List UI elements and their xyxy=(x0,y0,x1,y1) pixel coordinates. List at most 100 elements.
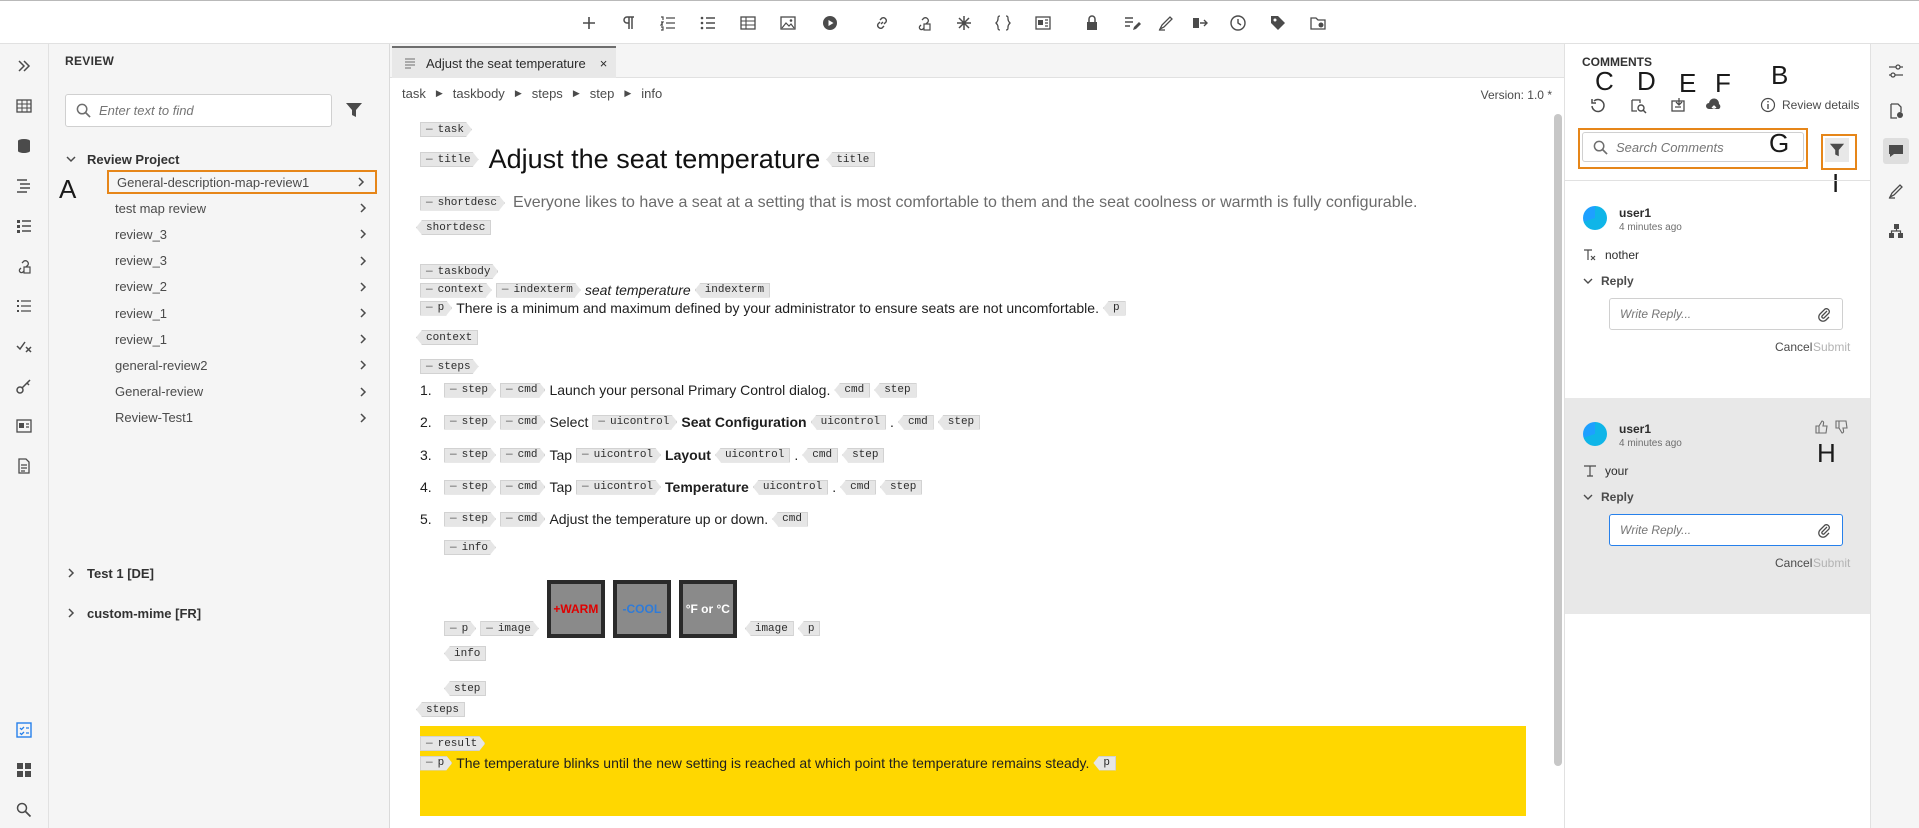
review-active-icon[interactable] xyxy=(12,718,36,742)
citation-icon[interactable] xyxy=(12,414,36,438)
review-item[interactable]: Review-Test1 xyxy=(107,406,377,430)
attachment-icon[interactable] xyxy=(1816,522,1832,538)
content-reference-icon[interactable] xyxy=(912,11,936,35)
link-icon[interactable] xyxy=(870,11,894,35)
tag-image[interactable]: — image xyxy=(480,621,539,636)
topic-title[interactable]: Adjust the seat temperature xyxy=(489,144,821,175)
close-tab-icon[interactable]: × xyxy=(600,56,608,71)
image-unit-button[interactable]: °F or °C xyxy=(678,580,737,638)
tag-result[interactable]: — result xyxy=(420,736,485,751)
attachment-icon[interactable] xyxy=(1816,306,1832,322)
expand-panel-icon[interactable] xyxy=(12,54,36,78)
tag-context[interactable]: — context xyxy=(420,283,492,298)
tag-cmd-end[interactable]: cmd xyxy=(840,479,876,495)
track-changes-icon[interactable] xyxy=(1120,11,1144,35)
chevron-right-icon[interactable] xyxy=(357,333,369,345)
thumbs-up-icon[interactable] xyxy=(1815,420,1829,434)
tag-cmd[interactable]: — cmd xyxy=(500,480,545,495)
find-comment-icon[interactable] xyxy=(1629,96,1649,116)
tag-cmd[interactable]: — cmd xyxy=(500,512,545,527)
tag-steps[interactable]: — steps xyxy=(420,359,479,374)
review-item[interactable]: review_3 xyxy=(107,222,377,246)
step-text[interactable]: Launch your personal Primary Control dia… xyxy=(549,382,830,398)
reply-field[interactable] xyxy=(1609,514,1843,546)
tag-steps-end[interactable]: steps xyxy=(416,702,466,717)
smart-catalog-icon[interactable] xyxy=(1031,11,1055,35)
indexterm-text[interactable]: seat temperature xyxy=(585,282,691,298)
refresh-icon[interactable] xyxy=(1589,96,1609,116)
chevron-right-icon[interactable] xyxy=(357,281,369,293)
symbol-icon[interactable] xyxy=(952,11,976,35)
tag-shortdesc-end[interactable]: shortdesc xyxy=(416,220,492,235)
tag-cmd[interactable]: — cmd xyxy=(500,415,545,430)
breadcrumb-item[interactable]: steps xyxy=(532,86,563,101)
submit-button[interactable]: Submit xyxy=(1813,556,1850,570)
project-custom-mime-fr[interactable]: custom-mime [FR] xyxy=(65,602,201,624)
chevron-right-icon[interactable] xyxy=(357,228,369,240)
version-history-icon[interactable] xyxy=(1226,11,1250,35)
project-review-project[interactable]: Review Project xyxy=(65,148,180,170)
outline-icon[interactable] xyxy=(12,174,36,198)
tag-p[interactable]: — p xyxy=(420,301,452,316)
comment-card[interactable]: user1 4 minutes ago nother Reply Cancel … xyxy=(1565,182,1871,366)
review-search-input[interactable] xyxy=(99,103,319,118)
tag-p[interactable]: — p xyxy=(420,756,452,771)
result-block[interactable] xyxy=(420,726,1526,816)
tag-step[interactable]: — step xyxy=(444,480,496,495)
document-canvas[interactable]: — task — title Adjust the seat temperature… xyxy=(390,112,1554,828)
table-icon[interactable] xyxy=(736,11,760,35)
folder-settings-icon[interactable] xyxy=(1306,11,1330,35)
tag-p-end[interactable]: p xyxy=(797,621,821,636)
tag-step[interactable]: — step xyxy=(444,383,496,398)
reply-field[interactable] xyxy=(1609,298,1843,330)
numbered-list-icon[interactable] xyxy=(656,11,680,35)
tag-uicontrol-end[interactable]: uicontrol xyxy=(810,414,887,430)
filter-icon[interactable] xyxy=(345,101,363,119)
vertical-scrollbar[interactable] xyxy=(1554,114,1562,766)
short-description[interactable]: Everyone likes to have a seat at a setti… xyxy=(513,194,1417,212)
review-search-box[interactable] xyxy=(65,94,332,127)
image-cool-button[interactable]: -COOL xyxy=(612,580,671,638)
accept-reject-icon[interactable] xyxy=(1188,11,1212,35)
key-icon[interactable] xyxy=(12,374,36,398)
annotate-pen-icon[interactable] xyxy=(1883,178,1909,204)
dashboard-icon[interactable] xyxy=(12,758,36,782)
uicontrol-text[interactable]: Temperature xyxy=(665,479,749,495)
structured-list-icon[interactable] xyxy=(12,294,36,318)
review-item[interactable]: review_1 xyxy=(107,327,377,351)
upload-cloud-icon[interactable] xyxy=(1705,96,1725,116)
tag-step-end[interactable]: step xyxy=(842,447,885,463)
comment-card[interactable]: user1 4 minutes ago H your Reply Cancel … xyxy=(1565,398,1871,614)
reuse-content-icon[interactable] xyxy=(12,254,36,278)
tag-cmd[interactable]: — cmd xyxy=(500,448,545,463)
document-properties-icon[interactable] xyxy=(12,454,36,478)
tag-p[interactable]: — p xyxy=(444,621,476,636)
step-text[interactable]: Tap xyxy=(549,447,572,463)
tag-step[interactable]: — step xyxy=(444,448,496,463)
chevron-right-icon[interactable] xyxy=(355,176,367,188)
comments-filter-icon[interactable] xyxy=(1825,138,1849,162)
comments-icon[interactable] xyxy=(1883,138,1909,164)
review-item[interactable]: general-review2 xyxy=(107,353,377,377)
result-paragraph[interactable]: The temperature blinks until the new set… xyxy=(456,755,1089,771)
thumbs-down-icon[interactable] xyxy=(1835,420,1849,434)
tab-adjust-seat-temperature[interactable]: Adjust the seat temperature × xyxy=(392,46,616,78)
paragraph-icon[interactable] xyxy=(616,11,640,35)
code-braces-icon[interactable] xyxy=(991,11,1015,35)
multimedia-icon[interactable] xyxy=(818,11,842,35)
tag-step[interactable]: — step xyxy=(444,415,496,430)
workflow-icon[interactable] xyxy=(1883,218,1909,244)
lock-icon[interactable] xyxy=(1080,11,1104,35)
import-comments-icon[interactable] xyxy=(1669,96,1689,116)
chevron-right-icon[interactable] xyxy=(357,202,369,214)
tag-task[interactable]: — task xyxy=(420,122,472,137)
breadcrumb-item[interactable]: step xyxy=(590,86,615,101)
uicontrol-text[interactable]: Seat Configuration xyxy=(681,414,806,430)
tag-uicontrol-end[interactable]: uicontrol xyxy=(714,447,791,463)
reply-toggle[interactable]: Reply xyxy=(1583,490,1634,504)
chevron-right-icon[interactable] xyxy=(357,255,369,267)
tag-taskbody[interactable]: — taskbody xyxy=(420,264,498,279)
review-item[interactable]: General-review xyxy=(107,380,377,404)
chevron-right-icon[interactable] xyxy=(357,307,369,319)
tag-cmd-end[interactable]: cmd xyxy=(897,414,934,430)
